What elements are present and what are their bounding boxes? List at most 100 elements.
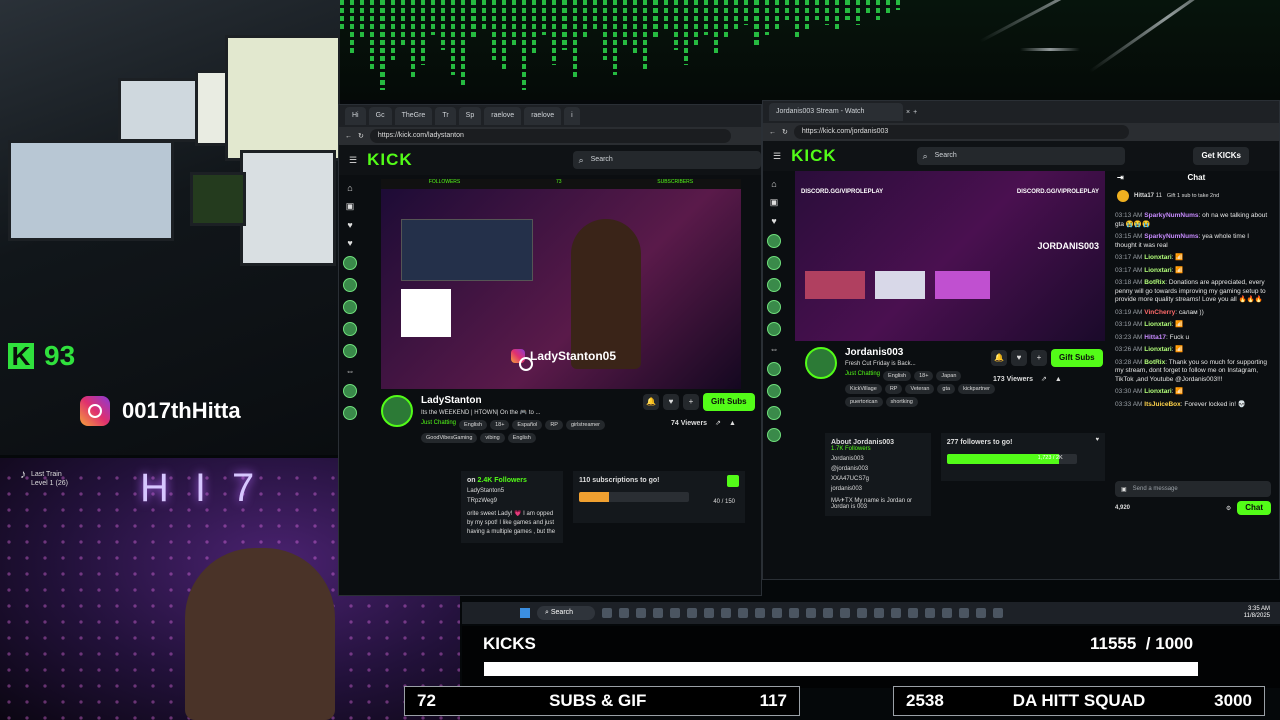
chat-username[interactable]: Lionxtari	[1144, 321, 1171, 328]
app-icon[interactable]	[653, 608, 664, 618]
tag-pill[interactable]: girlstreamer	[565, 420, 605, 430]
video-player[interactable]: FOLLOWERS 73 SUBSCRIBERS LadyStanton05	[381, 179, 741, 389]
social-link[interactable]: Jordanis003	[831, 456, 925, 462]
share-icon[interactable]: ⇗	[1041, 375, 1047, 383]
back-icon[interactable]: ←	[769, 129, 776, 136]
app-icon[interactable]	[619, 608, 630, 618]
tag-pill[interactable]: Japan	[936, 371, 962, 381]
tag-pill[interactable]: shortking	[885, 397, 918, 407]
app-icon[interactable]	[636, 608, 647, 618]
search-input[interactable]: Search	[572, 151, 761, 169]
report-icon[interactable]: ▲	[729, 420, 736, 427]
app-icon[interactable]	[908, 608, 919, 618]
tag-pill[interactable]: English	[883, 371, 912, 381]
settings-gear-icon[interactable]: ⚙	[1226, 505, 1231, 512]
gift-icon[interactable]: +	[1031, 350, 1047, 366]
new-tab-icon[interactable]: +	[913, 109, 917, 116]
channel-avatar[interactable]	[767, 234, 781, 248]
app-icon[interactable]	[721, 608, 732, 618]
collapse-chat-icon[interactable]: ⇥	[1117, 173, 1124, 182]
channel-avatar[interactable]	[805, 347, 837, 379]
tag-pill[interactable]: vibing	[480, 433, 505, 443]
goal-heart-icon[interactable]: ♥	[1095, 437, 1099, 443]
chat-username[interactable]: Lionxtari	[1144, 346, 1171, 353]
channel-avatar[interactable]	[767, 384, 781, 398]
get-kicks-button[interactable]: Get KICKs	[1193, 147, 1249, 165]
app-icon[interactable]	[806, 608, 817, 618]
app-icon[interactable]	[857, 608, 868, 618]
expand-icon[interactable]: ⇔	[770, 344, 779, 354]
channel-avatar[interactable]	[767, 428, 781, 442]
app-icon[interactable]	[755, 608, 766, 618]
chat-username[interactable]: BotRix	[1144, 279, 1165, 286]
channel-avatar[interactable]	[343, 322, 357, 336]
browser-tab[interactable]: Gc	[368, 107, 392, 125]
chat-username[interactable]: Lionxtari	[1144, 254, 1171, 261]
bell-icon[interactable]: 🔔	[643, 394, 659, 410]
chat-username[interactable]: Lionxtari	[1144, 388, 1171, 395]
app-icon[interactable]	[925, 608, 936, 618]
emote-icon[interactable]: ▣	[1121, 486, 1127, 493]
tag-pill[interactable]: Veteran	[905, 384, 935, 394]
channel-name[interactable]: LadyStanton	[421, 395, 621, 406]
menu-icon[interactable]: ☰	[349, 155, 357, 166]
channel-avatar[interactable]	[381, 395, 413, 427]
social-link[interactable]: XXA47UCS7g	[831, 476, 925, 482]
browser-tab[interactable]: raelove	[524, 107, 562, 125]
tag-pill[interactable]: KickVillage	[845, 384, 882, 394]
app-icon[interactable]	[976, 608, 987, 618]
tag-pill[interactable]: kickpartner	[958, 384, 995, 394]
tag-pill[interactable]: English	[459, 420, 488, 430]
app-icon[interactable]	[772, 608, 783, 618]
tag-pill[interactable]: RP	[545, 420, 563, 430]
tag-pill[interactable]: puertorican	[845, 397, 883, 407]
category-link[interactable]: Just Chatting	[421, 420, 456, 430]
chat-username[interactable]: Lionxtari	[1144, 267, 1171, 274]
url-field[interactable]: https://kick.com/ladystanton	[369, 129, 731, 143]
social-link[interactable]: jordanis003	[831, 486, 925, 492]
browser-tab[interactable]: i	[564, 107, 580, 125]
chat-username[interactable]: Hitta17	[1144, 334, 1166, 341]
app-icon[interactable]	[687, 608, 698, 618]
chat-username[interactable]: ItsJuiceBox	[1144, 401, 1181, 408]
channel-avatar[interactable]	[767, 256, 781, 270]
reload-icon[interactable]: ↻	[358, 132, 364, 140]
close-tab-icon[interactable]: ×	[906, 109, 910, 116]
following-icon[interactable]: ♥	[347, 220, 352, 230]
browser-tab[interactable]: Sp	[458, 107, 482, 125]
app-icon[interactable]	[993, 608, 1004, 618]
tab-active[interactable]: Jordanis003 Stream - Watch	[769, 103, 903, 121]
chat-username[interactable]: VinCherry	[1144, 309, 1175, 316]
chat-username[interactable]: SparkyNumNums	[1144, 233, 1198, 240]
bell-icon[interactable]: 🔔	[991, 350, 1007, 366]
home-icon[interactable]: ⌂	[347, 183, 352, 193]
heart-icon[interactable]: ♥	[1011, 350, 1027, 366]
back-icon[interactable]: ←	[345, 133, 352, 140]
following-icon[interactable]: ♥	[771, 216, 776, 226]
gift-icon[interactable]: +	[683, 394, 699, 410]
browser-tab[interactable]: Tr	[435, 107, 456, 125]
goal-gift-icon[interactable]	[727, 475, 739, 487]
channel-avatar[interactable]	[343, 384, 357, 398]
channel-avatar[interactable]	[767, 278, 781, 292]
menu-icon[interactable]: ☰	[773, 151, 781, 162]
channel-avatar[interactable]	[343, 344, 357, 358]
channel-avatar[interactable]	[767, 300, 781, 314]
channel-avatar[interactable]	[767, 362, 781, 376]
channel-avatar[interactable]	[343, 300, 357, 314]
app-icon[interactable]	[823, 608, 834, 618]
tag-pill[interactable]: 18+	[914, 371, 934, 381]
tag-pill[interactable]: 18+	[490, 420, 510, 430]
app-icon[interactable]	[959, 608, 970, 618]
home-icon[interactable]: ⌂	[771, 179, 776, 189]
social-link[interactable]: TRpzWeg9	[467, 498, 557, 504]
channel-avatar[interactable]	[343, 278, 357, 292]
reload-icon[interactable]: ↻	[782, 128, 788, 136]
gift-subs-button[interactable]: Gift Subs	[1051, 349, 1103, 367]
channel-name[interactable]: Jordanis003	[845, 347, 995, 358]
pinned-user[interactable]: Hitta17	[1134, 193, 1154, 199]
app-icon[interactable]	[891, 608, 902, 618]
browse-icon[interactable]: ▣	[346, 201, 355, 212]
tag-pill[interactable]: English	[507, 433, 536, 443]
app-icon[interactable]	[789, 608, 800, 618]
